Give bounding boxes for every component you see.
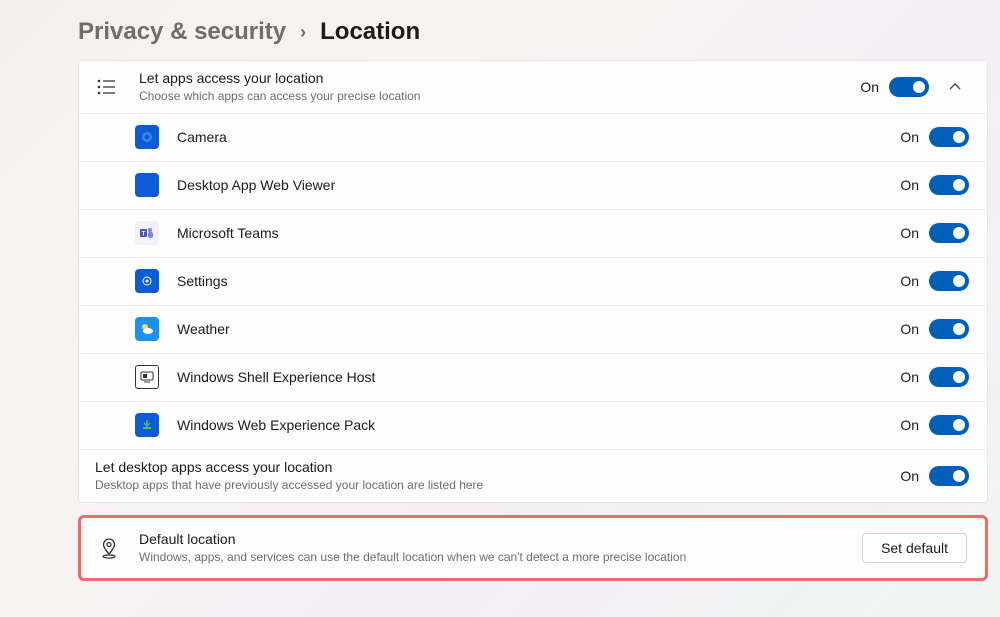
settings-icon	[135, 269, 159, 293]
app-name-label: Windows Web Experience Pack	[177, 417, 900, 433]
shell-experience-icon	[135, 365, 159, 389]
desktop-apps-toggle[interactable]	[929, 466, 969, 486]
app-toggle-shell-experience[interactable]	[929, 367, 969, 387]
app-name-label: Desktop App Web Viewer	[177, 177, 900, 193]
app-toggle-microsoft-teams[interactable]	[929, 223, 969, 243]
teams-icon: T	[135, 221, 159, 245]
set-default-button[interactable]: Set default	[862, 533, 967, 563]
let-apps-access-title: Let apps access your location	[139, 69, 860, 87]
chevron-right-icon: ›	[300, 22, 306, 43]
app-name-label: Microsoft Teams	[177, 225, 900, 241]
app-row-shell-experience: Windows Shell Experience Host On	[79, 354, 987, 402]
apps-access-card: Let apps access your location Choose whi…	[78, 60, 988, 503]
app-row-microsoft-teams: T Microsoft Teams On	[79, 210, 987, 258]
app-name-label: Windows Shell Experience Host	[177, 369, 900, 385]
default-location-card: Default location Windows, apps, and serv…	[78, 515, 988, 581]
web-experience-icon	[135, 413, 159, 437]
toggle-status-label: On	[860, 79, 879, 95]
toggle-status-label: On	[900, 129, 919, 145]
toggle-status-label: On	[900, 468, 919, 484]
desktop-apps-title: Let desktop apps access your location	[95, 458, 900, 476]
breadcrumb-parent[interactable]: Privacy & security	[78, 18, 286, 46]
app-row-desktop-app-web-viewer: Desktop App Web Viewer On	[79, 162, 987, 210]
list-icon	[95, 75, 119, 99]
default-location-title: Default location	[139, 530, 862, 548]
breadcrumb-current: Location	[320, 18, 420, 46]
default-location-subtitle: Windows, apps, and services can use the …	[139, 549, 862, 566]
app-row-web-experience: Windows Web Experience Pack On	[79, 402, 987, 450]
toggle-status-label: On	[900, 273, 919, 289]
app-name-label: Camera	[177, 129, 900, 145]
location-pin-icon	[97, 536, 121, 560]
toggle-status-label: On	[900, 321, 919, 337]
app-row-settings: Settings On	[79, 258, 987, 306]
let-apps-access-toggle[interactable]	[889, 77, 929, 97]
app-name-label: Weather	[177, 321, 900, 337]
app-row-weather: Weather On	[79, 306, 987, 354]
app-name-label: Settings	[177, 273, 900, 289]
weather-icon	[135, 317, 159, 341]
app-generic-icon	[135, 173, 159, 197]
app-toggle-settings[interactable]	[929, 271, 969, 291]
toggle-status-label: On	[900, 417, 919, 433]
let-apps-access-subtitle: Choose which apps can access your precis…	[139, 88, 860, 105]
toggle-status-label: On	[900, 225, 919, 241]
desktop-apps-subtitle: Desktop apps that have previously access…	[95, 477, 900, 494]
app-row-camera: Camera On	[79, 114, 987, 162]
breadcrumb: Privacy & security › Location	[78, 18, 988, 46]
toggle-status-label: On	[900, 369, 919, 385]
svg-text:T: T	[142, 232, 146, 238]
app-toggle-weather[interactable]	[929, 319, 969, 339]
app-toggle-camera[interactable]	[929, 127, 969, 147]
app-toggle-desktop-app-web-viewer[interactable]	[929, 175, 969, 195]
camera-icon	[135, 125, 159, 149]
let-apps-access-row[interactable]: Let apps access your location Choose whi…	[79, 61, 987, 114]
chevron-up-icon[interactable]	[941, 73, 969, 101]
let-desktop-apps-access-row: Let desktop apps access your location De…	[79, 450, 987, 502]
app-toggle-web-experience[interactable]	[929, 415, 969, 435]
toggle-status-label: On	[900, 177, 919, 193]
